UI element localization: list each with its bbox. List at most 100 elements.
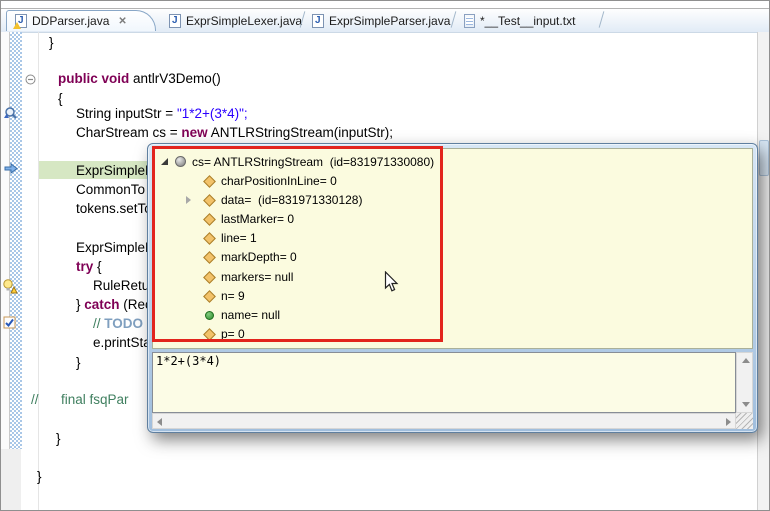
code-line[interactable]: tokens.setTo bbox=[76, 200, 152, 218]
java-file-icon: J bbox=[312, 13, 324, 28]
variable-label: markers= null bbox=[221, 270, 294, 284]
code-segment-keyword: try bbox=[76, 259, 94, 274]
protected-field-icon bbox=[203, 271, 216, 284]
variable-row[interactable]: line= 1 bbox=[153, 229, 752, 248]
code-line[interactable]: // TODO bbox=[93, 315, 143, 333]
variable-label: markDepth= 0 bbox=[221, 250, 297, 264]
code-segment-plain: } bbox=[76, 355, 81, 370]
debug-variable-popup: cs= ANTLRStringStream (id=831971330080) c… bbox=[147, 143, 758, 433]
resize-grip[interactable] bbox=[736, 413, 753, 429]
tab-label: *__Test__input.txt bbox=[480, 13, 576, 28]
code-segment-plain: ExprSimpleL bbox=[76, 163, 153, 178]
variable-label: n= 9 bbox=[221, 289, 245, 303]
code-line[interactable]: } bbox=[56, 430, 61, 448]
folding-margin-line bbox=[38, 32, 39, 510]
tab-exprsimpleparser-java[interactable]: J ExprSimpleParser.java bbox=[304, 10, 454, 31]
mouse-cursor bbox=[384, 270, 399, 299]
lightbulb-warning-icon[interactable] bbox=[2, 279, 18, 299]
value-vertical-scrollbar[interactable] bbox=[736, 352, 753, 413]
scroll-down-arrow-icon[interactable] bbox=[742, 402, 750, 407]
code-line[interactable]: CharStream cs = new ANTLRStringStream(in… bbox=[76, 124, 393, 142]
tab-ddparser-java[interactable]: J DDParser.java ✕ bbox=[6, 10, 156, 31]
code-segment-comment: // final fsqPar bbox=[31, 392, 129, 407]
variable-row[interactable]: markDepth= 0 bbox=[153, 248, 752, 267]
code-segment-plain: antlrV3Demo() bbox=[129, 71, 221, 86]
code-segment-plain: ANTLRStringStream(inputStr); bbox=[207, 125, 393, 140]
variable-label: line= 1 bbox=[221, 231, 257, 245]
tab-bar: J DDParser.java ✕ J ExprSimpleLexer.java J Exp… bbox=[1, 9, 769, 33]
java-icon-letter: J bbox=[315, 14, 321, 26]
code-segment-plain: RuleRetu bbox=[93, 278, 150, 293]
tab-label: ExprSimpleParser.java bbox=[329, 13, 451, 28]
code-line[interactable]: e.printSta bbox=[93, 334, 151, 352]
java-file-warning-icon: J bbox=[13, 14, 27, 29]
object-icon bbox=[175, 156, 186, 167]
code-line[interactable]: } bbox=[76, 354, 81, 372]
eclipse-editor-window: J DDParser.java ✕ J ExprSimpleLexer.java J Exp… bbox=[0, 0, 770, 511]
editor-vertical-scrollbar[interactable] bbox=[757, 32, 769, 510]
code-line[interactable]: } catch (Rec bbox=[76, 296, 152, 314]
variable-label: charPositionInLine= 0 bbox=[221, 174, 337, 188]
variable-row[interactable]: n= 9 bbox=[153, 287, 752, 306]
code-segment-plain: ExprSimpleP bbox=[76, 240, 155, 255]
code-segment-string: "1*2+(3*4)"; bbox=[176, 106, 248, 121]
tab--test-input-txt[interactable]: *__Test__input.txt bbox=[456, 10, 602, 31]
value-preview-text[interactable]: 1*2+(3*4) bbox=[152, 352, 736, 413]
protected-field-icon bbox=[203, 232, 216, 245]
watchpoint-icon[interactable] bbox=[3, 106, 18, 126]
text-file-icon bbox=[464, 13, 475, 28]
variables-tree[interactable]: cs= ANTLRStringStream (id=831971330080) c… bbox=[152, 148, 753, 349]
scroll-left-arrow-icon[interactable] bbox=[157, 418, 162, 426]
instruction-pointer-icon[interactable] bbox=[4, 162, 18, 180]
variable-label: cs= ANTLRStringStream (id=831971330080) bbox=[192, 155, 435, 169]
code-segment-plain: { bbox=[58, 91, 63, 106]
tab-label: DDParser.java bbox=[32, 14, 110, 28]
code-line[interactable]: RuleRetu bbox=[93, 277, 149, 295]
tab-exprsimplelexer-java[interactable]: J ExprSimpleLexer.java bbox=[161, 10, 303, 31]
protected-field-icon bbox=[203, 194, 216, 207]
code-segment-task-tag: TODO bbox=[104, 316, 144, 331]
code-line[interactable]: } bbox=[49, 34, 54, 52]
code-segment-plain: } bbox=[37, 469, 42, 484]
variable-row[interactable]: charPositionInLine= 0 bbox=[153, 172, 752, 191]
code-line[interactable]: ExprSimpleL bbox=[76, 162, 153, 180]
variable-row[interactable]: lastMarker= 0 bbox=[153, 210, 752, 229]
tree-collapsed-wedge-icon[interactable] bbox=[186, 196, 191, 204]
tree-expanded-wedge-icon[interactable] bbox=[161, 158, 168, 165]
code-line[interactable]: // final fsqPar bbox=[31, 391, 129, 409]
variable-row[interactable]: data= (id=831971330128) bbox=[153, 191, 752, 210]
variable-row[interactable]: name= null bbox=[153, 306, 752, 325]
code-segment-plain: tokens.setTo bbox=[76, 201, 152, 216]
value-horizontal-scrollbar[interactable] bbox=[152, 413, 736, 429]
variable-row-root[interactable]: cs= ANTLRStringStream (id=831971330080) bbox=[153, 153, 752, 172]
variable-label: lastMarker= 0 bbox=[221, 212, 295, 226]
code-segment-plain: } bbox=[56, 431, 61, 446]
code-line[interactable]: try { bbox=[76, 258, 102, 276]
fold-collapse-icon[interactable] bbox=[25, 72, 36, 90]
tab-label: ExprSimpleLexer.java bbox=[186, 13, 303, 28]
tab-close-icon[interactable]: ✕ bbox=[118, 16, 126, 27]
protected-field-icon bbox=[203, 290, 216, 303]
annotation-ruler-tail bbox=[1, 449, 21, 510]
code-line[interactable]: CommonTo bbox=[76, 181, 145, 199]
protected-field-icon bbox=[203, 251, 216, 264]
code-line[interactable]: String inputStr = "1*2+(3*4)"; bbox=[76, 105, 248, 123]
protected-field-icon bbox=[203, 175, 216, 188]
code-segment-keyword: new bbox=[181, 125, 208, 140]
java-icon-letter: J bbox=[172, 14, 178, 26]
code-line[interactable]: { bbox=[58, 90, 63, 108]
variable-row[interactable]: p= 0 bbox=[153, 325, 752, 344]
editor-scrollbar-thumb[interactable] bbox=[759, 140, 769, 176]
value-preview-pane: 1*2+(3*4) bbox=[152, 352, 753, 429]
scroll-right-arrow-icon[interactable] bbox=[726, 418, 731, 426]
variable-row[interactable]: markers= null bbox=[153, 268, 752, 287]
annotation-ruler-pattern bbox=[9, 32, 22, 449]
code-line[interactable]: } bbox=[37, 468, 42, 486]
code-segment-plain: } bbox=[49, 35, 54, 50]
code-line[interactable]: ExprSimpleP bbox=[76, 239, 154, 257]
scroll-up-arrow-icon[interactable] bbox=[742, 358, 750, 363]
task-marker-icon[interactable] bbox=[3, 316, 17, 335]
code-segment-comment: // bbox=[93, 316, 105, 331]
code-line[interactable]: public void antlrV3Demo() bbox=[58, 70, 221, 88]
variable-label: name= null bbox=[221, 308, 281, 322]
